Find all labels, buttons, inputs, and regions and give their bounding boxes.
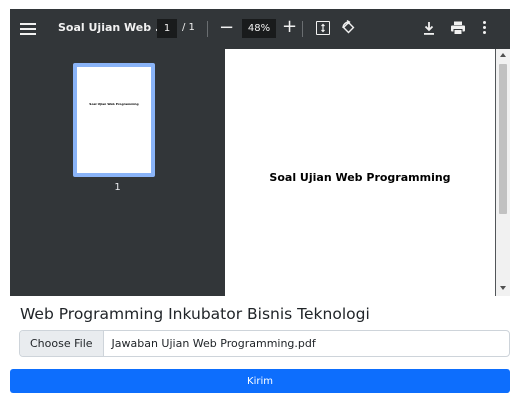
selected-file-name: Jawaban Ujian Web Programming.pdf xyxy=(111,337,316,350)
zoom-out-button[interactable]: − xyxy=(219,17,234,38)
thumbnail-text: Soal Ujian Web Programming xyxy=(89,102,139,106)
thumbnail-page-number: 1 xyxy=(114,182,121,193)
choose-file-button[interactable]: Choose File xyxy=(20,331,104,356)
pdf-toolbar: Soal Ujian Web ... 1 / 1 − 48% + xyxy=(10,9,510,49)
toolbar-divider xyxy=(302,21,303,37)
thumbnail-page: Soal Ujian Web Programming xyxy=(77,67,151,173)
submit-button[interactable]: Kirim xyxy=(10,369,510,393)
file-upload-input[interactable]: Choose File Jawaban Ujian Web Programmin… xyxy=(19,330,510,357)
zoom-level-input[interactable]: 48% xyxy=(242,19,276,38)
scroll-down-arrow-icon[interactable] xyxy=(500,286,506,290)
toolbar-divider xyxy=(207,21,208,37)
pdf-page: Soal Ujian Web Programming xyxy=(225,49,495,296)
page-total: / 1 xyxy=(182,22,195,33)
scroll-up-arrow-icon[interactable] xyxy=(500,53,506,57)
more-vert-icon[interactable] xyxy=(483,21,487,36)
form-title: Web Programming Inkubator Bisnis Teknolo… xyxy=(20,305,370,323)
page-number-input[interactable]: 1 xyxy=(157,19,177,38)
zoom-in-button[interactable]: + xyxy=(282,16,297,37)
thumbnail-sidebar: Soal Ujian Web Programming 1 xyxy=(10,49,225,296)
document-title: Soal Ujian Web ... xyxy=(58,21,168,34)
page-thumbnail[interactable]: Soal Ujian Web Programming xyxy=(73,63,155,177)
vertical-scrollbar[interactable] xyxy=(496,49,510,296)
print-icon[interactable] xyxy=(450,20,466,40)
pdf-viewer: Soal Ujian Web ... 1 / 1 − 48% + Soal Uj… xyxy=(10,9,510,296)
page-heading: Soal Ujian Web Programming xyxy=(269,171,451,184)
fit-page-icon[interactable] xyxy=(316,21,330,35)
scrollbar-thumb[interactable] xyxy=(499,64,507,214)
menu-icon[interactable] xyxy=(20,21,36,37)
rotate-icon[interactable] xyxy=(340,19,358,41)
download-icon[interactable] xyxy=(422,19,436,41)
